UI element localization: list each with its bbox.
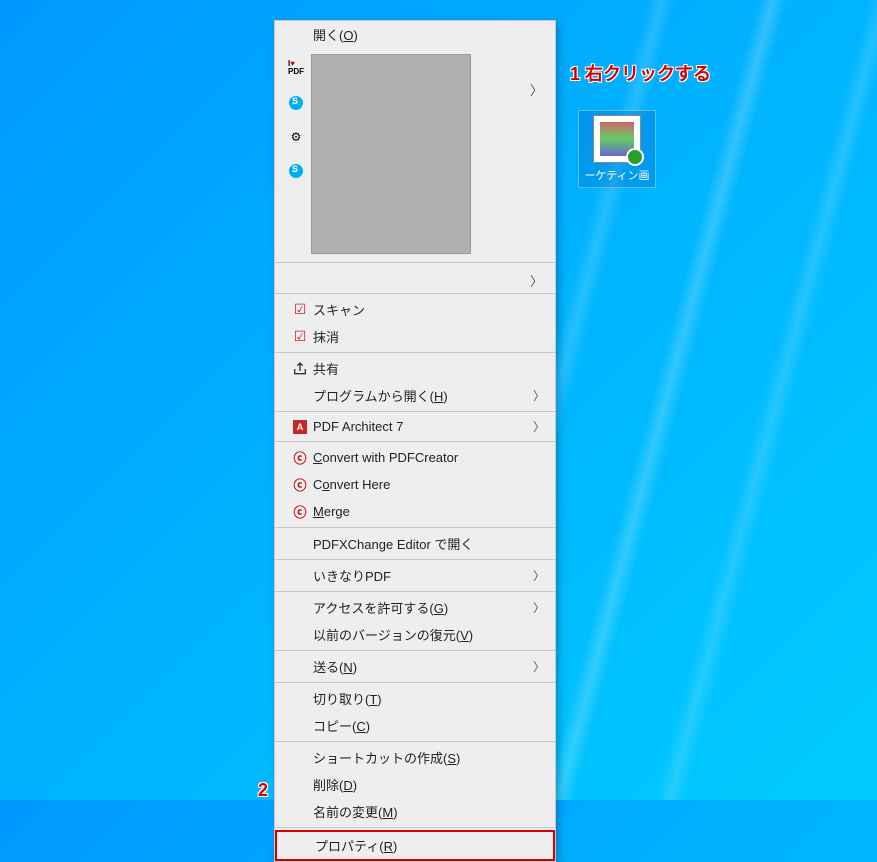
menu-submenu-blank[interactable]: 〉: [275, 265, 555, 291]
mcafee-icon: ☑: [294, 328, 307, 345]
pdfcreator-icon: ⓒ: [293, 475, 306, 494]
preview-app-icons: I♥PDF ⚙: [281, 54, 311, 178]
menu-open-label: 開く(O): [313, 25, 545, 44]
menu-separator: [275, 741, 555, 742]
menu-separator: [275, 527, 555, 528]
app-icon: ⚙: [291, 130, 302, 144]
menu-send-to-label: 送る(N): [313, 657, 529, 676]
chevron-right-icon: 〉: [529, 418, 545, 435]
menu-scan[interactable]: ☑ スキャン: [275, 296, 555, 323]
menu-open-with[interactable]: プログラムから開く(H) 〉: [275, 382, 555, 409]
skype-icon: [289, 96, 303, 110]
pdfcreator-icon: ⓒ: [293, 448, 306, 467]
chevron-right-icon: 〉: [529, 387, 545, 404]
menu-copy-label: コピー(C): [313, 716, 545, 735]
menu-erase[interactable]: ☑ 抹消: [275, 323, 555, 350]
file-label: ーケティン画: [583, 167, 651, 183]
annotation-step2: 2: [258, 780, 268, 801]
ilovepdf-icon: I♥PDF: [288, 60, 304, 76]
menu-properties[interactable]: プロパティ(R): [275, 830, 555, 861]
menu-shortcut-label: ショートカットの作成(S): [313, 748, 545, 767]
menu-share-label: 共有: [313, 359, 545, 378]
menu-pdf-architect-label: PDF Architect 7: [313, 419, 529, 434]
menu-erase-label: 抹消: [313, 327, 545, 346]
menu-separator: [275, 262, 555, 263]
menu-separator: [275, 650, 555, 651]
context-menu: 開く(O) I♥PDF ⚙ 〉 〉 ☑ スキャン ☑ 抹消 共有 プログラムから…: [274, 20, 556, 862]
menu-ikinari-pdf[interactable]: いきなりPDF 〉: [275, 562, 555, 589]
file-thumbnail-icon: [593, 115, 641, 163]
annotation-step1: 1 右クリックする: [570, 60, 711, 86]
chevron-right-icon: 〉: [529, 599, 545, 616]
menu-restore-label: 以前のバージョンの復元(V): [313, 625, 545, 644]
menu-convert-pdfcreator-label: Convert with PDFCreator: [313, 450, 545, 465]
menu-copy[interactable]: コピー(C): [275, 712, 555, 739]
menu-scan-label: スキャン: [313, 300, 545, 319]
desktop-file-icon[interactable]: ーケティン画: [578, 110, 656, 188]
menu-merge[interactable]: ⓒ Merge: [275, 498, 555, 525]
menu-cut[interactable]: 切り取り(T): [275, 685, 555, 712]
menu-restore[interactable]: 以前のバージョンの復元(V): [275, 621, 555, 648]
menu-preview-row[interactable]: I♥PDF ⚙ 〉: [275, 48, 555, 260]
menu-separator: [275, 441, 555, 442]
menu-separator: [275, 411, 555, 412]
menu-separator: [275, 827, 555, 828]
menu-separator: [275, 682, 555, 683]
menu-properties-label: プロパティ(R): [315, 836, 543, 855]
skype-icon: [289, 164, 303, 178]
menu-separator: [275, 352, 555, 353]
menu-cut-label: 切り取り(T): [313, 689, 545, 708]
menu-rename-label: 名前の変更(M): [313, 802, 545, 821]
menu-separator: [275, 591, 555, 592]
menu-separator: [275, 293, 555, 294]
menu-pdf-architect[interactable]: A PDF Architect 7 〉: [275, 414, 555, 439]
menu-access[interactable]: アクセスを許可する(G) 〉: [275, 594, 555, 621]
chevron-right-icon: 〉: [529, 658, 545, 675]
menu-merge-label: Merge: [313, 504, 545, 519]
share-icon: [292, 361, 308, 377]
file-preview-thumbnail: [311, 54, 471, 254]
chevron-right-icon: 〉: [530, 271, 543, 290]
menu-convert-here[interactable]: ⓒ Convert Here: [275, 471, 555, 498]
menu-pdfxchange[interactable]: PDFXChange Editor で開く: [275, 530, 555, 557]
menu-access-label: アクセスを許可する(G): [313, 598, 529, 617]
menu-pdfxchange-label: PDFXChange Editor で開く: [313, 534, 545, 553]
menu-share[interactable]: 共有: [275, 355, 555, 382]
chevron-right-icon: 〉: [529, 567, 545, 584]
menu-delete[interactable]: 削除(D): [275, 771, 555, 798]
menu-open[interactable]: 開く(O): [275, 21, 555, 48]
menu-rename[interactable]: 名前の変更(M): [275, 798, 555, 825]
menu-separator: [275, 559, 555, 560]
mcafee-icon: ☑: [294, 301, 307, 318]
chevron-right-icon: 〉: [530, 80, 543, 99]
menu-ikinari-label: いきなりPDF: [313, 566, 529, 585]
menu-delete-label: 削除(D): [313, 775, 545, 794]
menu-open-with-label: プログラムから開く(H): [313, 386, 529, 405]
pdfcreator-icon: ⓒ: [293, 502, 306, 521]
adobe-icon: A: [293, 420, 307, 434]
menu-convert-here-label: Convert Here: [313, 477, 545, 492]
menu-send-to[interactable]: 送る(N) 〉: [275, 653, 555, 680]
menu-shortcut[interactable]: ショートカットの作成(S): [275, 744, 555, 771]
menu-convert-pdfcreator[interactable]: ⓒ Convert with PDFCreator: [275, 444, 555, 471]
